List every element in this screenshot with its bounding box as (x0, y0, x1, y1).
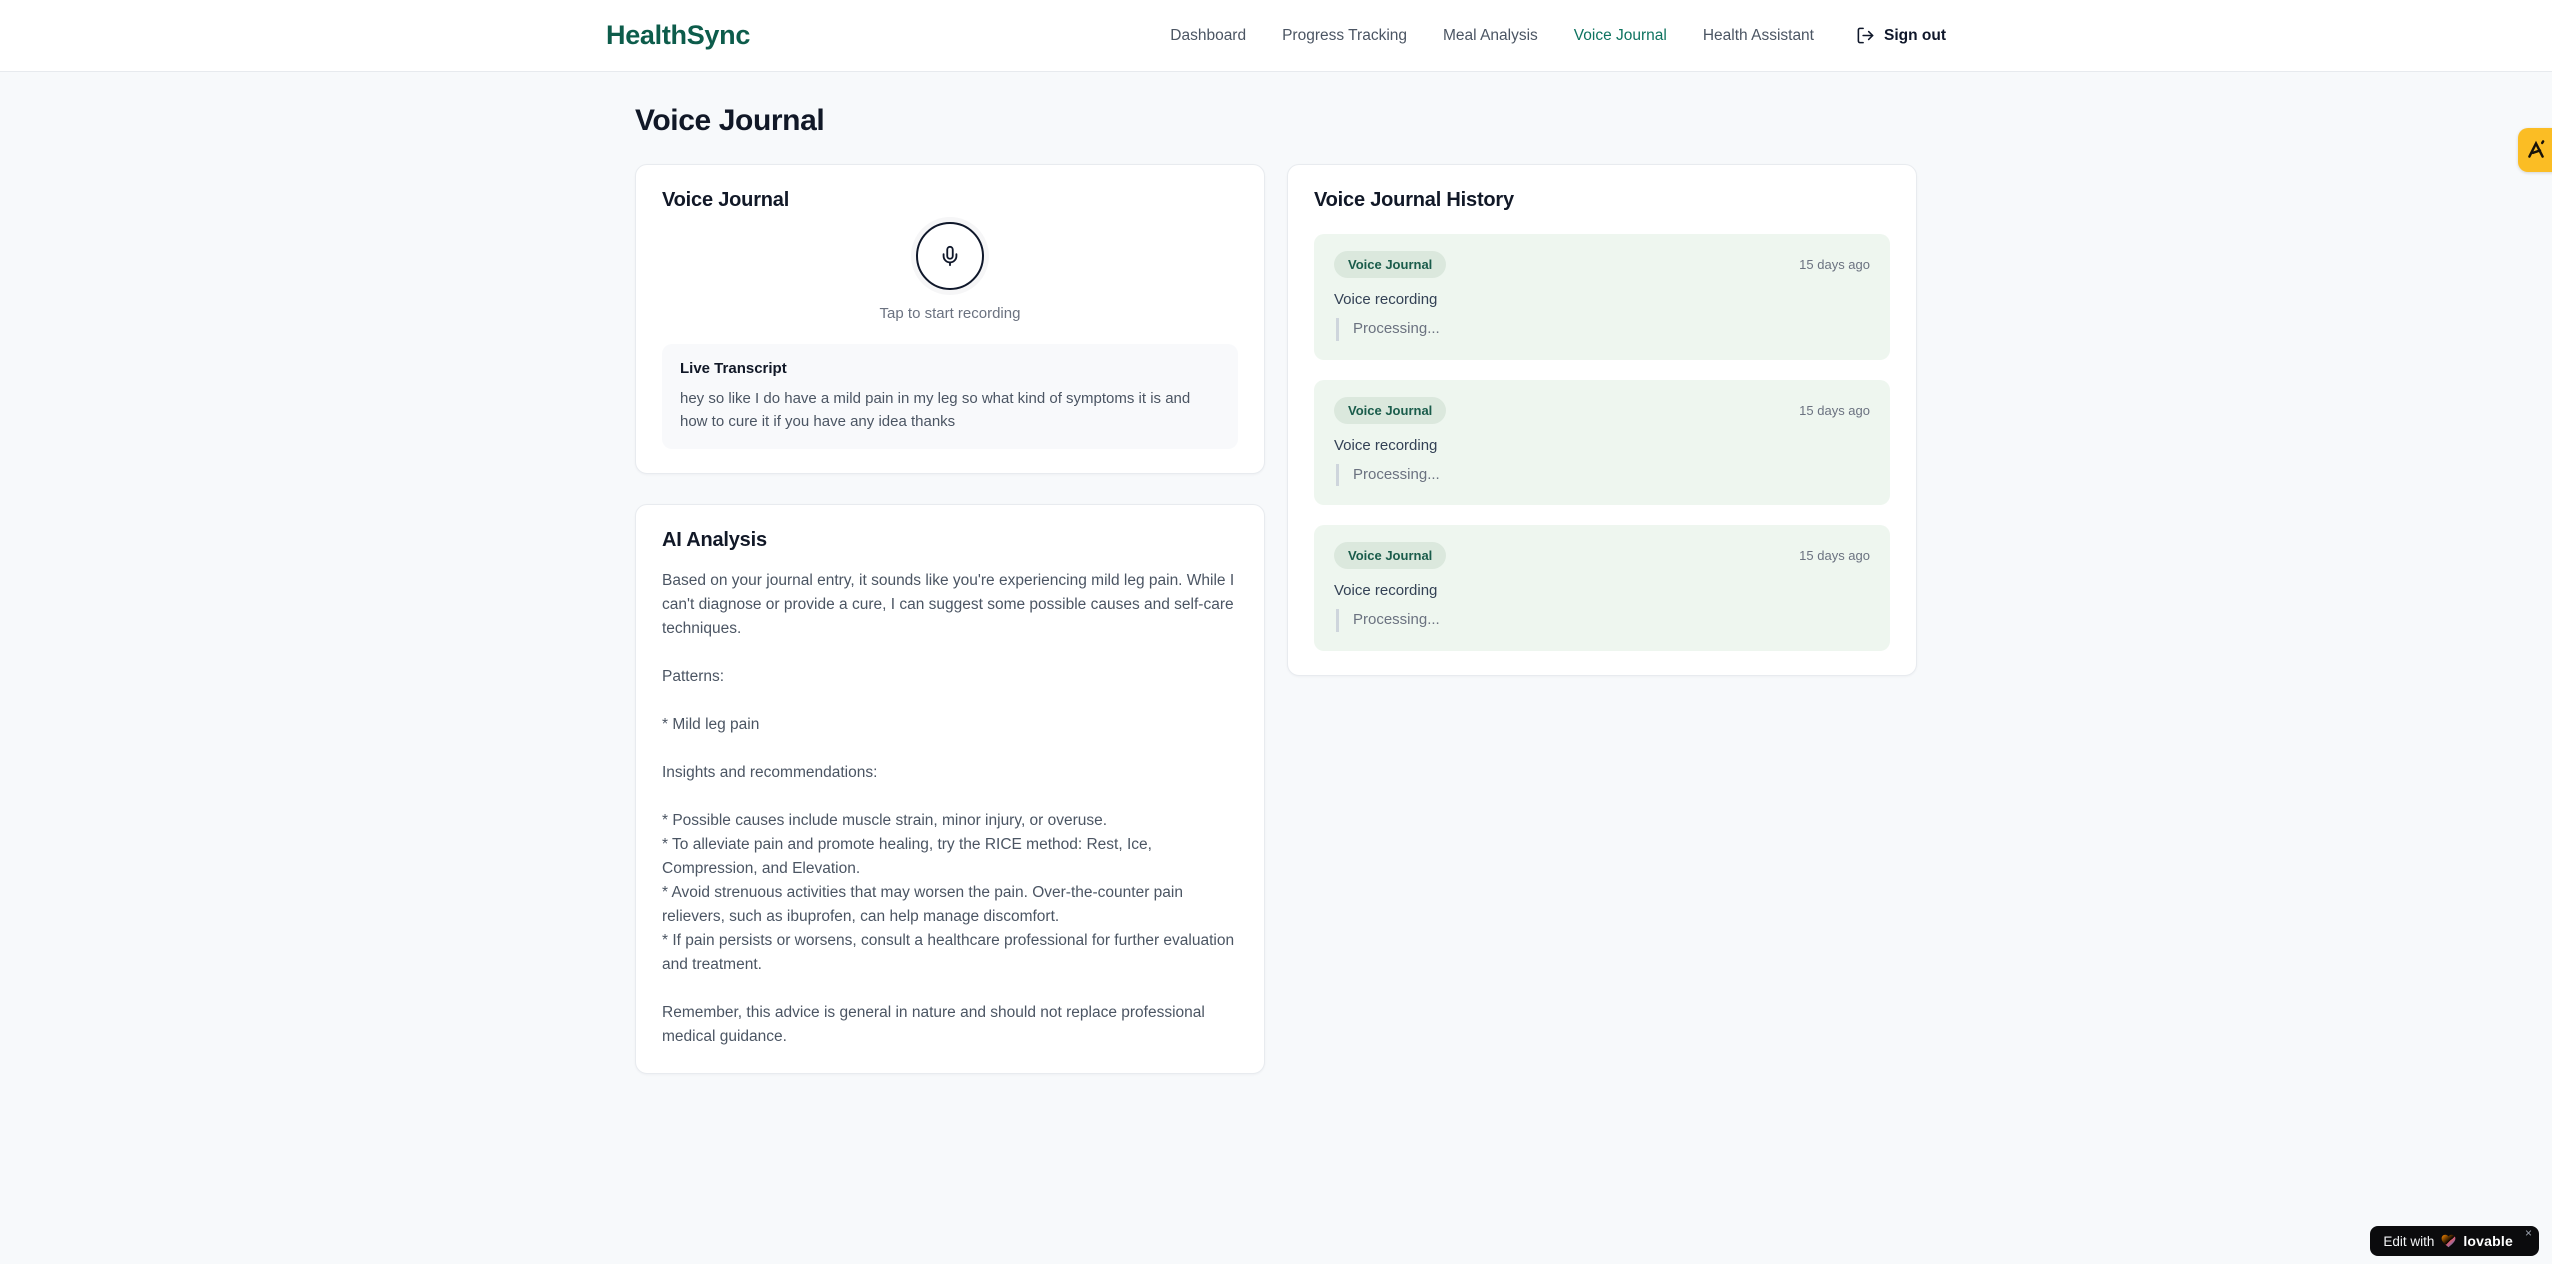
nav-item-meal-analysis[interactable]: Meal Analysis (1443, 27, 1538, 45)
page-title: Voice Journal (635, 104, 825, 137)
sign-out-label: Sign out (1884, 26, 1946, 44)
voice-journal-history-card: Voice Journal History Voice Journal 15 d… (1287, 164, 1917, 676)
history-entry[interactable]: Voice Journal 15 days ago Voice recordin… (1314, 234, 1890, 360)
entry-status: Processing... (1336, 609, 1870, 632)
ai-analysis-card: AI Analysis Based on your journal entry,… (635, 504, 1265, 1075)
entry-type-badge: Voice Journal (1334, 542, 1447, 569)
main-content: Voice Journal Voice Journal Tap to start… (635, 72, 1917, 1075)
top-navigation-bar: HealthSync Dashboard Progress Tracking M… (0, 0, 2552, 72)
app-logo[interactable]: HealthSync (606, 20, 750, 51)
entry-status: Processing... (1336, 318, 1870, 341)
recorder-card-title: Voice Journal (662, 189, 790, 211)
entry-timestamp: 15 days ago (1799, 257, 1870, 272)
ai-analysis-body: Based on your journal entry, it sounds l… (662, 572, 1235, 1046)
side-edge-widget-button[interactable] (2518, 128, 2552, 172)
history-card-title: Voice Journal History (1314, 189, 1514, 211)
history-list: Voice Journal 15 days ago Voice recordin… (1314, 234, 1890, 651)
entry-type-badge: Voice Journal (1334, 396, 1447, 424)
history-entry[interactable]: Voice Journal 15 days ago Voice recordin… (1314, 379, 1890, 505)
lovable-brand-label: lovable (2463, 1233, 2513, 1249)
voice-recorder-card: Voice Journal Tap to start recording Liv… (635, 164, 1265, 474)
entry-label: Voice recording (1334, 582, 1438, 599)
record-button[interactable] (916, 222, 984, 290)
edit-with-lovable-badge[interactable]: Edit with lovable × (2370, 1226, 2539, 1256)
entry-label: Voice recording (1334, 436, 1438, 454)
entry-label: Voice recording (1334, 291, 1438, 308)
nav-item-health-assistant[interactable]: Health Assistant (1703, 27, 1814, 45)
live-transcript-box: Live Transcript hey so like I do have a … (662, 344, 1238, 449)
history-entry[interactable]: Voice Journal 15 days ago Voice recordin… (1314, 525, 1890, 651)
logout-icon (1857, 27, 1874, 44)
record-hint-text: Tap to start recording (879, 305, 1021, 322)
nav-item-voice-journal[interactable]: Voice Journal (1574, 27, 1667, 45)
live-transcript-title: Live Transcript (680, 360, 787, 377)
live-transcript-text: hey so like I do have a mild pain in my … (680, 390, 1191, 430)
close-icon[interactable]: × (2525, 1227, 2532, 1239)
entry-timestamp: 15 days ago (1799, 402, 1870, 418)
microphone-icon (942, 245, 958, 267)
edit-with-label: Edit with (2383, 1233, 2435, 1249)
ai-analysis-title: AI Analysis (662, 529, 767, 551)
main-nav: Dashboard Progress Tracking Meal Analysi… (1170, 26, 1946, 45)
left-column: Voice Journal Tap to start recording Liv… (635, 164, 1265, 1075)
entry-status: Processing... (1336, 463, 1870, 486)
a-mark-icon (2528, 140, 2545, 158)
sign-out-button[interactable]: Sign out (1856, 26, 1946, 45)
nav-item-progress-tracking[interactable]: Progress Tracking (1282, 27, 1407, 45)
right-column: Voice Journal History Voice Journal 15 d… (1287, 164, 1917, 676)
heart-icon (2441, 1234, 2456, 1248)
entry-timestamp: 15 days ago (1799, 548, 1870, 563)
nav-item-dashboard[interactable]: Dashboard (1170, 27, 1246, 45)
entry-type-badge: Voice Journal (1334, 251, 1447, 278)
